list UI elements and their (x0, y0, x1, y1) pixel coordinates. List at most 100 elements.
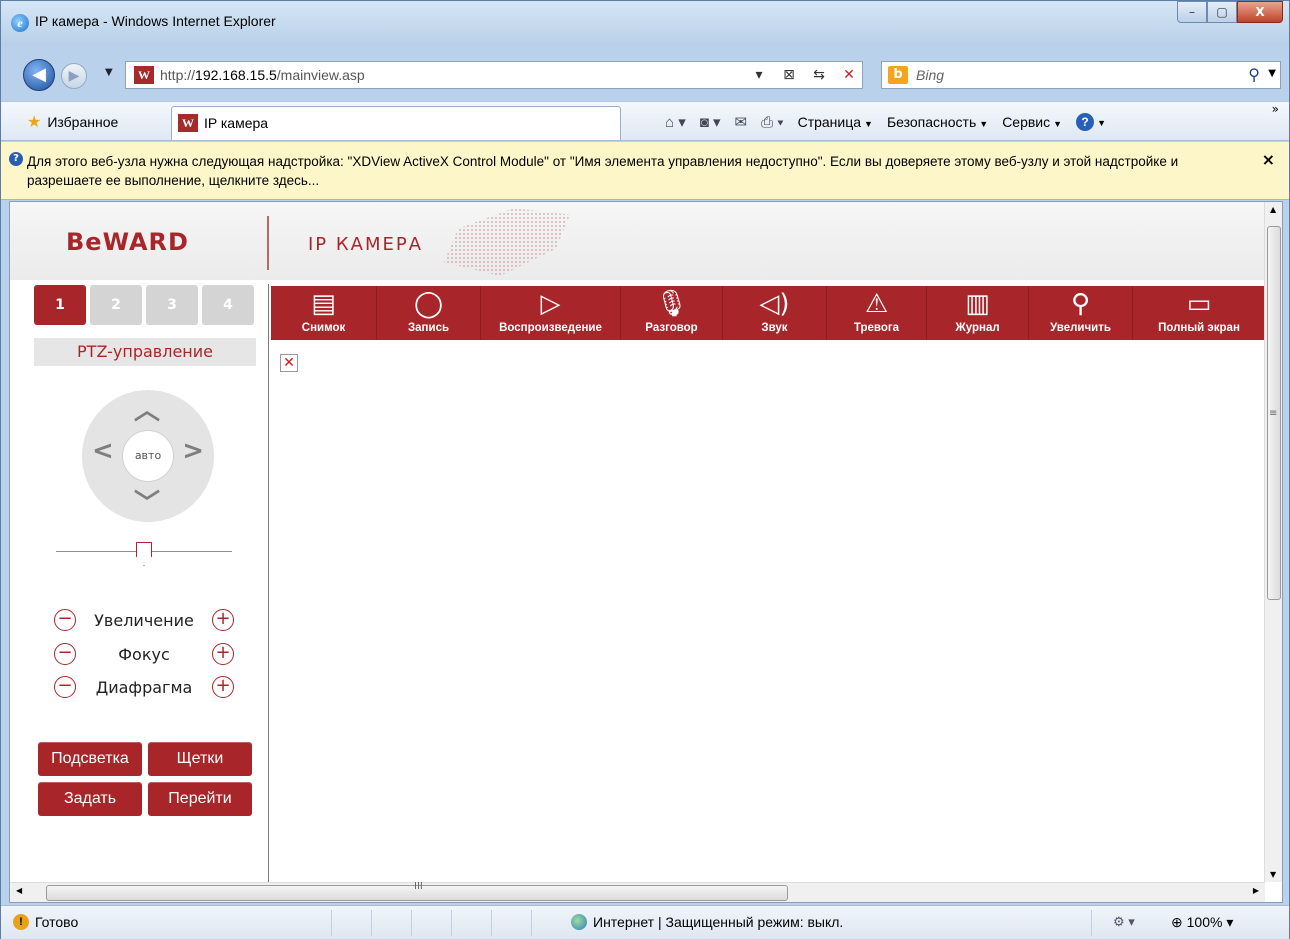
status-separator (411, 910, 412, 936)
url-text[interactable]: http://192.168.15.5/mainview.asp (160, 67, 365, 83)
browser-tab[interactable]: W IP камера (171, 106, 621, 140)
horizontal-scrollbar[interactable]: ◀ III ▶ (10, 881, 1265, 902)
ptz-control-label: PTZ-управление (34, 338, 256, 366)
print-icon[interactable]: ⎙ ▾ (761, 114, 783, 131)
vertical-scrollbar[interactable]: ▲ ≡ ▼ (1264, 202, 1282, 882)
focus-control: − Фокус + (54, 641, 234, 667)
camera-tab-4[interactable]: 4 (202, 285, 254, 325)
zoom-value: 100% (1186, 914, 1223, 930)
zoom-label: Увеличение (94, 611, 194, 630)
pan-down-icon[interactable]: ﹀ (134, 483, 160, 520)
security-menu[interactable]: Безопасность ▼ (887, 114, 988, 130)
fullscreen-label: Полный экран (1158, 322, 1240, 334)
information-bar-text[interactable]: Для этого веб-узла нужна следующая надст… (27, 152, 1227, 190)
film-icon: ▤ (311, 289, 336, 319)
status-separator (451, 910, 452, 936)
scroll-up-icon[interactable]: ▲ (1270, 205, 1276, 214)
world-map-decoration (444, 208, 570, 276)
playback-label: Воспроизведение (499, 322, 602, 334)
favorites-button[interactable]: ★ Избранное (27, 112, 118, 132)
alarm-label: Тревога (853, 322, 900, 334)
sound-button[interactable]: ◁) Звук (723, 286, 827, 340)
fullscreen-button[interactable]: ▭ Полный экран (1133, 286, 1265, 340)
security-menu-label: Безопасность (886, 114, 977, 130)
camera-tab-2[interactable]: 2 (90, 285, 142, 325)
sound-label: Звук (761, 322, 788, 334)
browser-window: e IP камера - Windows Internet Explorer … (0, 0, 1290, 939)
goto-preset-button[interactable]: Перейти (148, 782, 252, 816)
stop-icon[interactable]: ✕ (835, 61, 863, 89)
scroll-left-icon[interactable]: ◀ (16, 886, 22, 895)
video-toolbar: ▤ Снимок ◯ Запись ▷ Воспроизведение 🎙 Ра… (271, 286, 1265, 340)
url-prefix: http:// (160, 67, 196, 83)
record-button[interactable]: ◯ Запись (377, 286, 481, 340)
log-label: Журнал (955, 322, 1000, 334)
status-separator (531, 910, 532, 936)
warning-icon: ! (13, 914, 29, 930)
record-icon: ◯ (413, 289, 444, 319)
minimize-button[interactable]: – (1177, 1, 1207, 23)
playback-button[interactable]: ▷ Воспроизведение (481, 286, 621, 340)
back-arrow-icon[interactable]: ◀ (23, 59, 55, 91)
wipers-button[interactable]: Щетки (148, 742, 252, 776)
log-button[interactable]: ▥ Журнал (927, 286, 1029, 340)
search-icon[interactable]: ⚲ (1248, 65, 1260, 84)
zoom-button[interactable]: ⚲ Увеличить (1029, 286, 1133, 340)
scroll-grip-icon: III (414, 881, 423, 892)
shield-info-icon: ? (9, 152, 23, 166)
scroll-down-icon[interactable]: ▼ (1270, 870, 1276, 879)
security-zone[interactable]: Интернет | Защищенный режим: выкл. (571, 914, 843, 930)
focus-plus-button[interactable]: + (212, 643, 234, 665)
search-options-dropdown-icon[interactable]: ▼ (1268, 68, 1276, 79)
maximize-button[interactable]: ▢ (1207, 1, 1237, 23)
status-text: Готово (35, 914, 79, 930)
talk-button[interactable]: 🎙 Разговор (621, 286, 723, 340)
tab-label: IP камера (204, 115, 269, 131)
set-preset-button[interactable]: Задать (38, 782, 142, 816)
speaker-icon: ◁) (759, 289, 790, 319)
home-icon[interactable]: ⌂ ▾ (665, 113, 686, 131)
more-chevron-icon[interactable]: » (1272, 102, 1279, 116)
pan-left-icon[interactable]: < (92, 436, 114, 466)
information-bar-close-button[interactable]: × (1262, 150, 1275, 169)
scroll-right-icon[interactable]: ▶ (1253, 886, 1259, 895)
snapshot-button[interactable]: ▤ Снимок (271, 286, 377, 340)
camera-tab-1[interactable]: 1 (34, 285, 86, 325)
zoom-level[interactable]: ⊕ 100% ▾ (1171, 914, 1233, 931)
pan-up-icon[interactable]: ︿ (134, 390, 160, 427)
camera-tab-3[interactable]: 3 (146, 285, 198, 325)
broken-activex-icon[interactable]: ✕ (280, 354, 298, 372)
forward-arrow-icon[interactable]: ▶ (61, 63, 87, 89)
auto-button[interactable]: авто (122, 430, 174, 482)
rss-feed-icon[interactable]: ◙ ▾ (700, 113, 721, 131)
compatibility-view-icon[interactable]: ⊠ (775, 61, 803, 89)
iris-label: Диафрагма (95, 678, 193, 697)
navigation-bar: ◀ ▶ ▼ W http://192.168.15.5/mainview.asp… (1, 57, 1289, 93)
status-separator (331, 910, 332, 936)
zoom-in-button[interactable]: + (212, 609, 234, 631)
history-dropdown-icon[interactable]: ▼ (105, 67, 113, 78)
alarm-button[interactable]: ⚠ Тревога (827, 286, 927, 340)
address-dropdown-icon[interactable]: ▾ (745, 61, 773, 89)
mail-icon[interactable]: ✉ (735, 113, 748, 131)
focus-minus-button[interactable]: − (54, 643, 76, 665)
backlight-button[interactable]: Подсветка (38, 742, 142, 776)
iris-plus-button[interactable]: + (212, 676, 234, 698)
speed-slider-handle[interactable] (136, 542, 152, 566)
close-button[interactable]: X (1237, 1, 1283, 23)
chevron-down-icon: ▼ (864, 119, 873, 129)
zoom-out-button[interactable]: − (54, 609, 76, 631)
information-bar[interactable]: ? Для этого веб-узла нужна следующая над… (1, 142, 1289, 200)
page-menu[interactable]: Страница ▼ (798, 114, 873, 130)
window-title: IP камера - Windows Internet Explorer (35, 13, 276, 29)
focus-label: Фокус (118, 645, 170, 664)
pan-right-icon[interactable]: > (182, 436, 204, 466)
refresh-icon[interactable]: ⇆ (805, 61, 833, 89)
protected-mode-icon[interactable]: ⚙ ▾ (1113, 914, 1135, 930)
title-bar: e IP камера - Windows Internet Explorer … (1, 1, 1289, 47)
tools-menu[interactable]: Сервис ▼ (1002, 114, 1062, 130)
search-field[interactable]: b Bing ⚲ ▼ (881, 61, 1281, 89)
zoom-control: − Увеличение + (54, 607, 234, 633)
help-menu[interactable]: ? ▼ (1076, 113, 1106, 131)
iris-minus-button[interactable]: − (54, 676, 76, 698)
